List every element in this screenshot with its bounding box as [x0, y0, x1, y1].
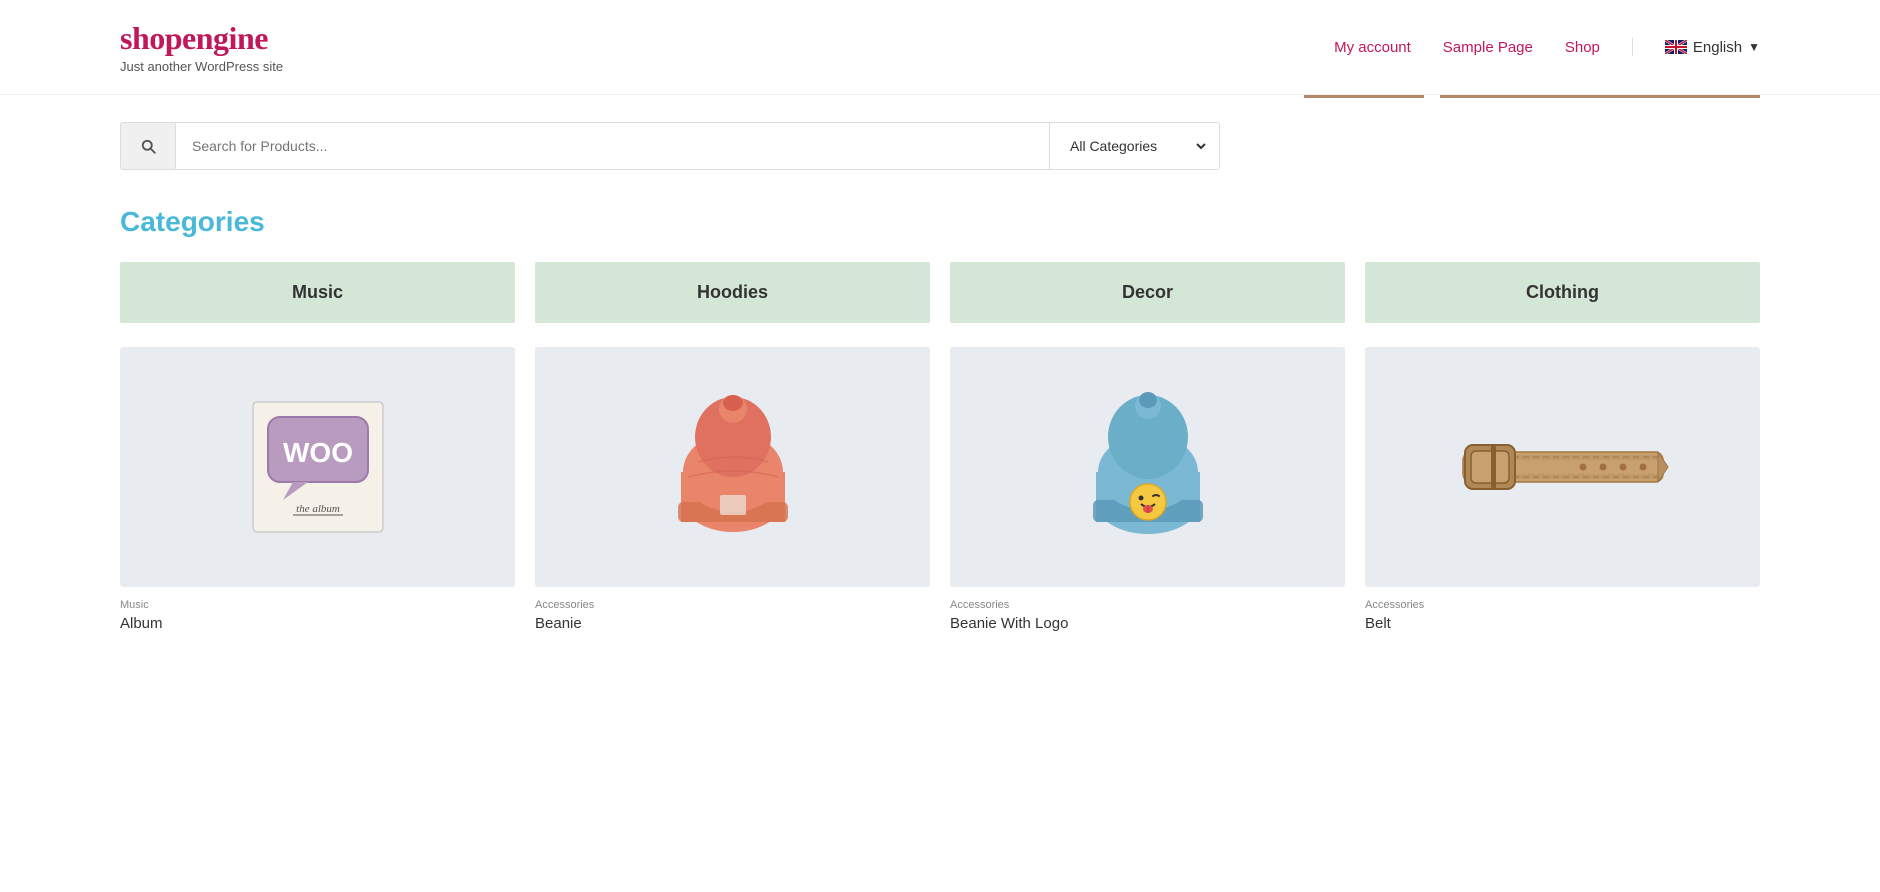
beanie-logo-illustration	[1083, 382, 1213, 552]
product-category-beanie: Accessories	[535, 599, 930, 611]
category-label-music: Music	[292, 282, 343, 302]
products-grid: WOO the album Music Album	[120, 347, 1760, 632]
site-subtitle: Just another WordPress site	[120, 59, 283, 74]
main-nav: My account Sample Page Shop English ▼	[1334, 38, 1760, 56]
product-card-belt[interactable]: Accessories Belt	[1365, 347, 1760, 632]
nav-sample-page[interactable]: Sample Page	[1443, 39, 1533, 56]
product-name-album: Album	[120, 615, 515, 632]
category-card-decor[interactable]: Decor	[950, 262, 1345, 323]
search-input[interactable]	[176, 124, 1049, 168]
product-category-beanie-logo: Accessories	[950, 599, 1345, 611]
logo-area: shopengine Just another WordPress site	[120, 20, 283, 74]
product-category-belt: Accessories	[1365, 599, 1760, 611]
album-illustration: WOO the album	[238, 392, 398, 542]
language-selector[interactable]: English ▼	[1665, 39, 1760, 56]
categories-heading: Categories	[120, 206, 1760, 238]
nav-underline-1	[1304, 95, 1424, 98]
nav-shop[interactable]: Shop	[1565, 39, 1600, 56]
search-icon	[139, 137, 157, 155]
language-chevron-icon: ▼	[1748, 40, 1760, 54]
category-card-music[interactable]: Music	[120, 262, 515, 323]
beanie-illustration	[668, 387, 798, 547]
product-image-beanie-logo	[950, 347, 1345, 587]
product-image-album: WOO the album	[120, 347, 515, 587]
category-card-hoodies[interactable]: Hoodies	[535, 262, 930, 323]
nav-separator	[1632, 38, 1633, 56]
site-title[interactable]: shopengine	[120, 20, 283, 57]
product-card-beanie-logo[interactable]: Accessories Beanie With Logo	[950, 347, 1345, 632]
language-label: English	[1693, 39, 1742, 56]
svg-text:the album: the album	[296, 503, 340, 515]
flag-icon	[1665, 40, 1687, 54]
search-button[interactable]	[121, 123, 176, 169]
search-bar: All Categories Music Hoodies Decor Cloth…	[120, 122, 1220, 170]
product-name-beanie-logo: Beanie With Logo	[950, 615, 1345, 632]
category-select[interactable]: All Categories Music Hoodies Decor Cloth…	[1049, 123, 1209, 169]
search-section: All Categories Music Hoodies Decor Cloth…	[0, 98, 1880, 170]
product-image-belt	[1365, 347, 1760, 587]
product-name-belt: Belt	[1365, 615, 1760, 632]
belt-illustration	[1453, 417, 1673, 517]
site-header: shopengine Just another WordPress site M…	[0, 0, 1880, 95]
product-name-beanie: Beanie	[535, 615, 930, 632]
category-card-clothing[interactable]: Clothing	[1365, 262, 1760, 323]
svg-text:WOO: WOO	[283, 437, 353, 468]
main-content: Categories Music Hoodies Decor Clothing	[0, 170, 1880, 672]
product-card-beanie[interactable]: Accessories Beanie	[535, 347, 930, 632]
product-image-beanie	[535, 347, 930, 587]
category-label-decor: Decor	[1122, 282, 1173, 302]
category-label-hoodies: Hoodies	[697, 282, 768, 302]
product-category-album: Music	[120, 599, 515, 611]
nav-my-account[interactable]: My account	[1334, 39, 1411, 56]
product-card-album[interactable]: WOO the album Music Album	[120, 347, 515, 632]
nav-underline-2	[1440, 95, 1760, 98]
categories-grid: Music Hoodies Decor Clothing	[120, 262, 1760, 323]
category-label-clothing: Clothing	[1526, 282, 1599, 302]
